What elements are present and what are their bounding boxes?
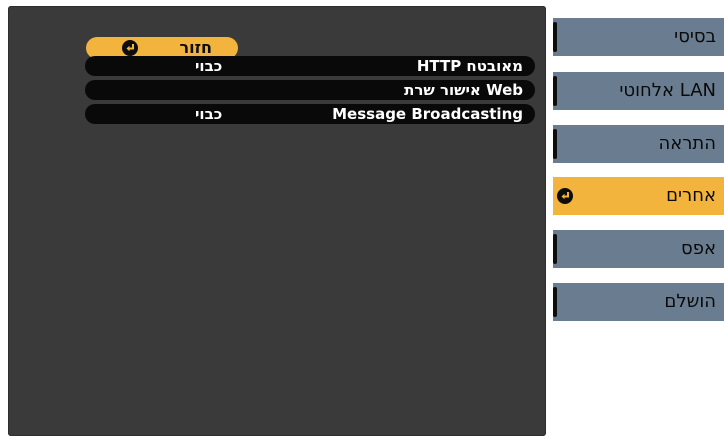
menu-item-bar bbox=[553, 287, 557, 317]
setting-row-web-server-cert[interactable]: אישור שרת Web bbox=[85, 80, 535, 100]
menu-item-label: אחרים bbox=[666, 185, 716, 206]
setting-value: כבוי bbox=[195, 57, 223, 75]
enter-arrow-icon bbox=[557, 188, 573, 204]
menu-item-label: בסיסי bbox=[674, 26, 716, 47]
menu-item-complete[interactable]: הושלם bbox=[553, 283, 724, 321]
menu-item-label: אפס bbox=[681, 238, 716, 259]
menu-item-wireless-lan[interactable]: LAN אלחוטי bbox=[553, 72, 724, 110]
menu-item-reset[interactable]: אפס bbox=[553, 230, 724, 268]
menu-item-bar bbox=[553, 76, 557, 106]
menu-item-label: הושלם bbox=[664, 291, 716, 312]
setting-name: Message Broadcasting bbox=[332, 105, 523, 123]
setting-name: HTTP מאובטח bbox=[416, 57, 523, 75]
setting-name: אישור שרת Web bbox=[404, 81, 523, 99]
menu-item-basic[interactable]: בסיסי bbox=[553, 18, 724, 56]
menu-item-bar bbox=[553, 234, 557, 264]
setting-row-message-broadcasting[interactable]: כבוי Message Broadcasting bbox=[85, 104, 535, 124]
menu-item-notification[interactable]: התראה bbox=[553, 125, 724, 163]
menu-item-bar bbox=[553, 129, 557, 159]
setting-row-secure-http[interactable]: כבוי HTTP מאובטח bbox=[85, 56, 535, 76]
menu-item-bar bbox=[553, 22, 557, 52]
menu-item-label: התראה bbox=[658, 133, 716, 154]
menu-item-label: LAN אלחוטי bbox=[619, 80, 716, 101]
enter-arrow-icon bbox=[122, 40, 138, 56]
setting-value: כבוי bbox=[195, 105, 223, 123]
menu-item-others[interactable]: אחרים bbox=[553, 177, 724, 215]
